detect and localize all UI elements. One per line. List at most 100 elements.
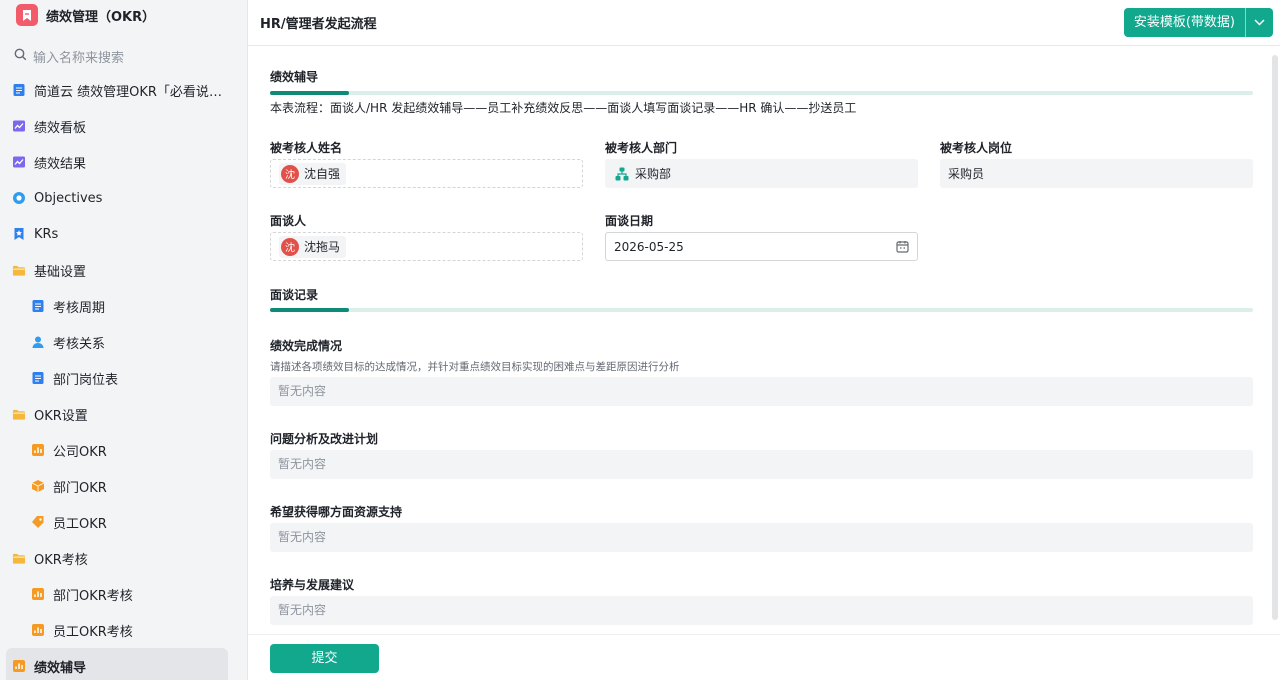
avatar: 沈: [281, 237, 299, 256]
calendar-icon[interactable]: [896, 240, 909, 256]
section-title-coaching: 绩效辅导: [270, 70, 319, 84]
sidebar-item-label: OKR设置: [34, 408, 88, 424]
sidebar-item-label: 员工OKR: [53, 516, 107, 532]
analysis-field[interactable]: 暂无内容: [270, 450, 1253, 479]
dashboard-chart-icon: [12, 155, 26, 169]
sidebar-item-okr[interactable]: OKR考核: [0, 540, 240, 576]
sidebar-item-label: 部门OKR: [53, 480, 107, 496]
avatar: 沈: [281, 164, 299, 183]
page-title: HR/管理者发起流程: [260, 17, 377, 32]
sidebar-item-okr[interactable]: 部门OKR考核: [0, 576, 240, 612]
sidebar-item-okr[interactable]: OKR设置: [0, 396, 240, 432]
topbar: HR/管理者发起流程 安装模板(带数据): [248, 0, 1280, 46]
sidebar-item-2[interactable]: 绩效结果: [0, 144, 240, 180]
submit-button[interactable]: 提交: [270, 644, 379, 673]
sidebar-item-label: 部门岗位表: [53, 372, 119, 388]
form-doc-icon: [31, 371, 45, 385]
sidebar-item-okr[interactable]: 部门OKR: [0, 468, 240, 504]
sidebar-item-label: Objectives: [34, 190, 103, 206]
member-chip: 沈 沈自强: [279, 162, 347, 185]
user-icon: [31, 335, 45, 349]
form-footer: 提交: [248, 634, 1280, 680]
sidebar-item-5[interactable]: 基础设置: [0, 252, 240, 288]
form-doc-icon: [31, 299, 45, 313]
development-label: 培养与发展建议: [270, 578, 355, 592]
interviewer-value: 沈拖马: [304, 240, 341, 254]
sidebar-item-8[interactable]: 部门岗位表: [0, 360, 240, 396]
sidebar-item-label: 绩效结果: [34, 156, 87, 172]
sidebar-item-label: 公司OKR: [53, 444, 107, 460]
sidebar: 绩效管理（OKR） 输入名称来搜索 简道云 绩效管理OKR「必看说明… 绩效看板绩…: [0, 0, 240, 680]
interview-date-value: 2026-05-25: [614, 239, 684, 254]
assessee-dept-label: 被考核人部门: [605, 141, 678, 155]
sidebar-item-7[interactable]: 考核关系: [0, 324, 240, 360]
interview-date-field[interactable]: 2026-05-25: [605, 232, 918, 261]
sidebar-item-objectives[interactable]: Objectives: [0, 180, 240, 216]
sidebar-item-label: 绩效看板: [34, 120, 87, 136]
kr-bookmark-icon: [12, 227, 26, 241]
completion-label: 绩效完成情况: [270, 339, 343, 353]
chevron-down-icon[interactable]: [1245, 8, 1273, 37]
assessee-dept-value: 采购部: [635, 167, 672, 181]
support-label: 希望获得哪方面资源支持: [270, 505, 403, 519]
process-description: 本表流程：面谈人/HR 发起绩效辅导——员工补充绩效反思——面谈人填写面谈记录—…: [270, 101, 857, 115]
analysis-label: 问题分析及改进计划: [270, 432, 379, 446]
section-title-records: 面谈记录: [270, 288, 319, 302]
interviewer-label: 面谈人: [270, 214, 307, 228]
sidebar-item-label: OKR考核: [34, 552, 88, 568]
report-bar-icon: [12, 659, 26, 673]
box-icon: [31, 479, 45, 493]
sidebar-item-label: KRs: [34, 226, 59, 242]
folder-icon: [12, 263, 26, 277]
assessee-name-field[interactable]: 沈 沈自强: [270, 159, 583, 188]
app-title: 绩效管理（OKR）: [46, 9, 156, 25]
search-input[interactable]: 输入名称来搜索: [33, 47, 124, 66]
sidebar-item-okr[interactable]: 公司OKR: [0, 432, 240, 468]
report-bar-icon: [31, 443, 45, 457]
app-logo-icon: [16, 4, 38, 26]
support-field[interactable]: 暂无内容: [270, 523, 1253, 552]
completion-field[interactable]: 暂无内容: [270, 377, 1253, 406]
section-divider: [270, 308, 1253, 312]
sidebar-item-label: 简道云 绩效管理OKR「必看说明…: [34, 84, 229, 100]
assessee-name-label: 被考核人姓名: [270, 141, 343, 155]
form-doc-icon: [12, 83, 26, 97]
sidebar-item-1[interactable]: 绩效看板: [0, 108, 240, 144]
tag-icon: [31, 515, 45, 529]
completion-hint: 请描述各项绩效目标的达成情况，并针对重点绩效目标实现的困难点与差距原因进行分析: [270, 361, 680, 373]
install-template-button[interactable]: 安装模板(带数据): [1123, 8, 1273, 37]
sidebar-item-okr[interactable]: 员工OKR考核: [0, 612, 240, 648]
main-panel: HR/管理者发起流程 安装模板(带数据) 绩效辅导 本表流程：面谈人/HR 发起…: [247, 0, 1280, 680]
report-bar-icon: [31, 623, 45, 637]
scrollbar[interactable]: [1272, 55, 1278, 620]
search-icon: [14, 48, 33, 65]
install-template-label: 安装模板(带数据): [1133, 15, 1235, 30]
sidebar-item-label: 考核关系: [53, 336, 106, 352]
assessee-post-value: 采购员: [948, 167, 985, 181]
org-chart-icon: [615, 167, 629, 181]
interviewer-field[interactable]: 沈 沈拖马: [270, 232, 583, 261]
objective-circle-icon: [12, 191, 26, 205]
sidebar-item-label: 考核周期: [53, 300, 106, 316]
dashboard-chart-icon: [12, 119, 26, 133]
dept-chip: 采购部: [613, 163, 677, 184]
assessee-post-field: 采购员: [940, 159, 1253, 188]
app-header: 绩效管理（OKR）: [0, 0, 240, 30]
development-field[interactable]: 暂无内容: [270, 596, 1253, 625]
report-bar-icon: [31, 587, 45, 601]
sidebar-item-16[interactable]: 绩效辅导: [6, 648, 228, 680]
interview-date-label: 面谈日期: [605, 214, 654, 228]
assessee-post-label: 被考核人岗位: [940, 141, 1013, 155]
sidebar-item-okr[interactable]: 员工OKR: [0, 504, 240, 540]
folder-icon: [12, 551, 26, 565]
sidebar-nav: 简道云 绩效管理OKR「必看说明… 绩效看板绩效结果 Objectives KRs 基础…: [0, 72, 240, 680]
sidebar-item-6[interactable]: 考核周期: [0, 288, 240, 324]
section-divider: [270, 91, 1253, 95]
sidebar-item-okr[interactable]: 简道云 绩效管理OKR「必看说明…: [0, 72, 240, 108]
folder-icon: [12, 407, 26, 421]
form-content: 绩效辅导 本表流程：面谈人/HR 发起绩效辅导——员工补充绩效反思——面谈人填写…: [248, 47, 1280, 634]
assessee-dept-field: 采购部: [605, 159, 918, 188]
sidebar-item-krs[interactable]: KRs: [0, 216, 240, 252]
sidebar-search[interactable]: 输入名称来搜索: [0, 42, 240, 70]
member-chip: 沈 沈拖马: [279, 235, 347, 258]
